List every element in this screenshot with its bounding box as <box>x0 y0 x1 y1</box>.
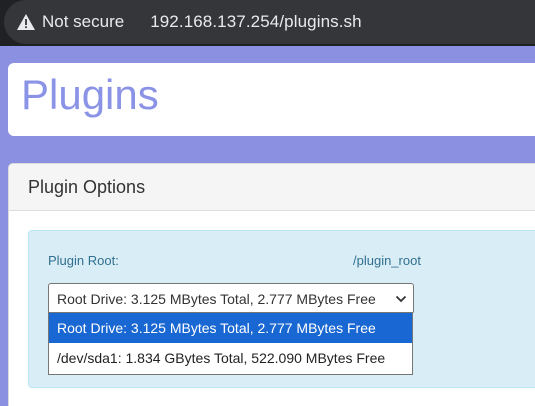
panel-heading: Plugin Options <box>9 164 535 211</box>
drive-select[interactable]: Root Drive: 3.125 MBytes Total, 2.777 MB… <box>48 283 414 314</box>
drive-select-value: Root Drive: 3.125 MBytes Total, 2.777 MB… <box>57 290 376 307</box>
drive-select-dropdown: Root Drive: 3.125 MBytes Total, 2.777 MB… <box>48 312 413 375</box>
plugin-root-label: Plugin Root: <box>48 253 119 268</box>
omnibox[interactable]: Not secure 192.168.137.254/plugins.sh <box>4 0 535 44</box>
page-header: Plugins <box>8 63 535 136</box>
chevron-down-icon <box>395 295 407 303</box>
warning-triangle-icon[interactable] <box>16 12 36 32</box>
drive-option-root[interactable]: Root Drive: 3.125 MBytes Total, 2.777 MB… <box>49 313 412 343</box>
url-text[interactable]: 192.168.137.254/plugins.sh <box>150 12 362 32</box>
drive-option-sda1[interactable]: /dev/sda1: 1.834 GBytes Total, 522.090 M… <box>49 343 412 373</box>
security-status[interactable]: Not secure <box>42 12 124 32</box>
plugin-root-value: /plugin_root <box>353 253 421 268</box>
browser-address-bar: Not secure 192.168.137.254/plugins.sh <box>0 0 535 46</box>
page-title: Plugins <box>21 71 159 118</box>
